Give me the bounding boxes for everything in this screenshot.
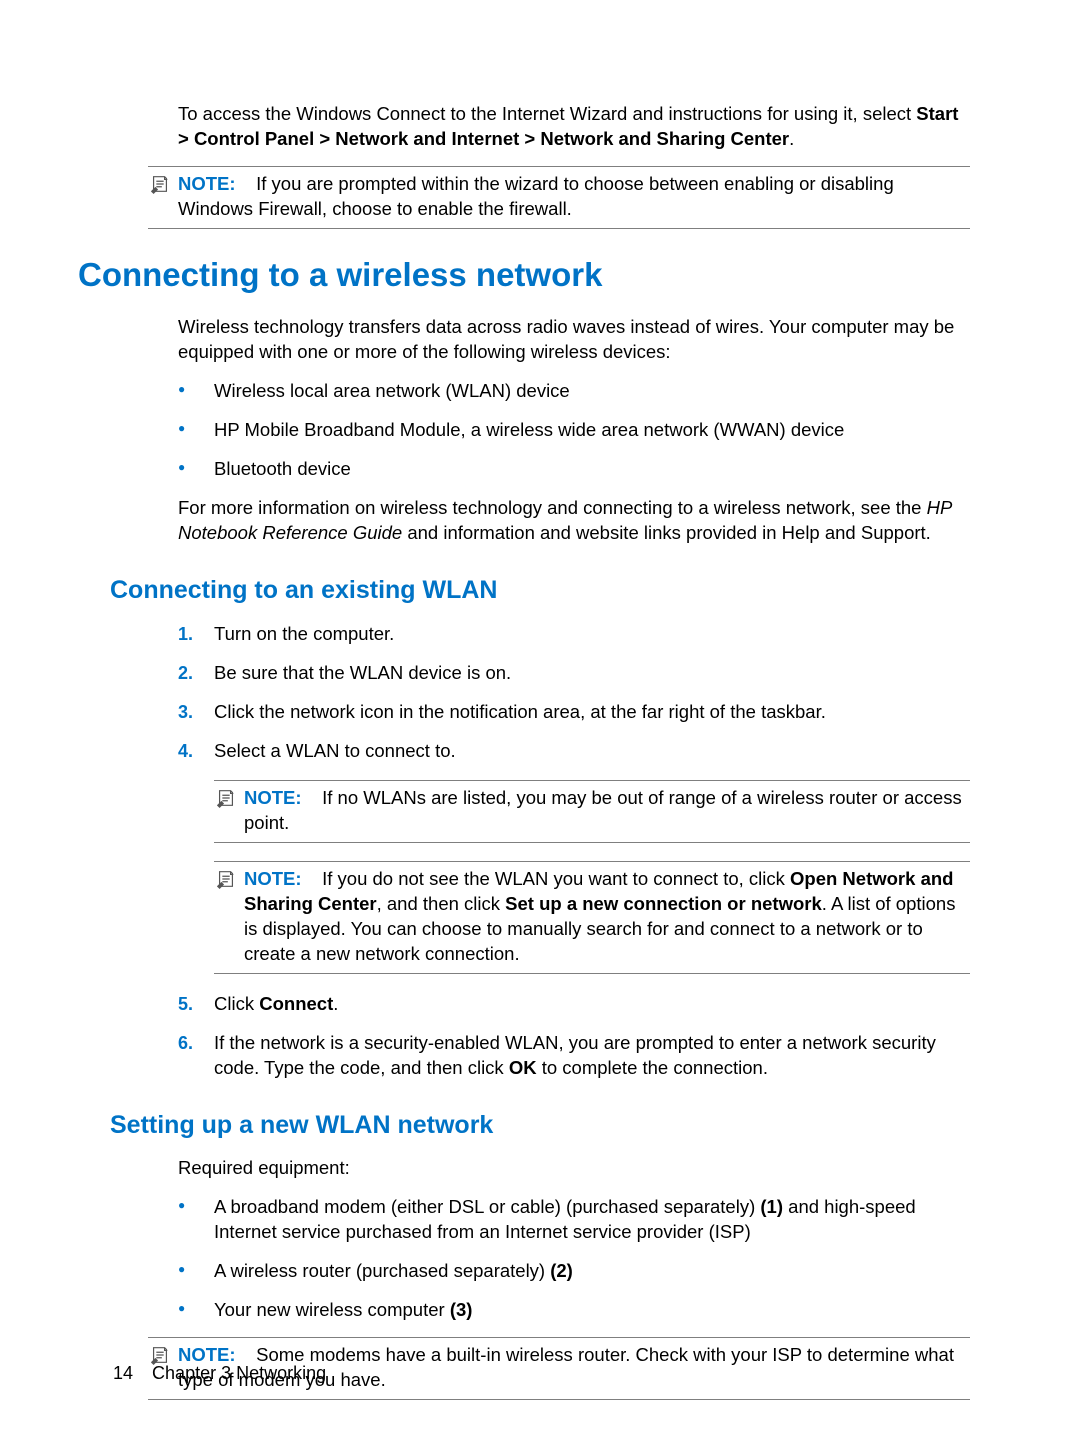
note-text: If you are prompted within the wizard to… — [178, 173, 894, 219]
text: . — [789, 128, 794, 149]
wireless-intro: Wireless technology transfers data acros… — [178, 315, 970, 365]
text: A broadband modem (either DSL or cable) … — [214, 1196, 760, 1217]
text: . — [333, 993, 338, 1014]
text: Your new wireless computer — [214, 1299, 450, 1320]
note-icon — [148, 173, 172, 195]
note-no-wlan: NOTE: If no WLANs are listed, you may be… — [214, 780, 970, 843]
page-footer: 14 Chapter 3 Networking — [113, 1361, 326, 1385]
spacer — [307, 787, 322, 808]
page-number: 14 — [113, 1363, 133, 1383]
step-item: Be sure that the WLAN device is on. — [178, 661, 970, 686]
note-label: NOTE: — [178, 173, 236, 194]
note-text — [241, 173, 256, 194]
step-item: Click Connect. — [178, 992, 970, 1017]
intro-path-paragraph: To access the Windows Connect to the Int… — [178, 102, 970, 152]
step-item: If the network is a security-enabled WLA… — [178, 1031, 970, 1081]
text: For more information on wireless technol… — [178, 497, 927, 518]
note-open-sharing-center: NOTE: If you do not see the WLAN you wan… — [214, 861, 970, 974]
step-item: Turn on the computer. — [178, 622, 970, 647]
wlan-steps: Turn on the computer. Be sure that the W… — [178, 622, 970, 1081]
step-item: Select a WLAN to connect to. NOTE: If no… — [178, 739, 970, 974]
text: and information and website links provid… — [402, 522, 931, 543]
bold-text: Set up a new connection or network — [505, 893, 822, 914]
note-icon — [214, 868, 238, 890]
list-item: Bluetooth device — [178, 457, 970, 482]
text: To access the Windows Connect to the Int… — [178, 103, 916, 124]
callout-number: (1) — [760, 1196, 783, 1217]
document-page: To access the Windows Connect to the Int… — [0, 0, 1080, 1437]
more-info-paragraph: For more information on wireless technol… — [178, 496, 970, 546]
step-item: Click the network icon in the notificati… — [178, 700, 970, 725]
text: to complete the connection. — [537, 1057, 768, 1078]
heading-existing-wlan: Connecting to an existing WLAN — [110, 574, 970, 608]
list-item: Your new wireless computer (3) — [178, 1298, 970, 1323]
ok-button-label: OK — [509, 1057, 537, 1078]
text: Click — [214, 993, 259, 1014]
heading-connecting-wireless: Connecting to a wireless network — [78, 253, 970, 298]
note-body: NOTE: If you are prompted within the wiz… — [148, 172, 970, 222]
note-text: , and then click — [377, 893, 506, 914]
device-list: Wireless local area network (WLAN) devic… — [178, 379, 970, 482]
note-text: If no WLANs are listed, you may be out o… — [244, 787, 962, 833]
list-item: Wireless local area network (WLAN) devic… — [178, 379, 970, 404]
list-item: A broadband modem (either DSL or cable) … — [178, 1195, 970, 1245]
callout-number: (2) — [550, 1260, 573, 1281]
chapter-label: Chapter 3 Networking — [152, 1363, 326, 1383]
note-text: If you do not see the WLAN you want to c… — [322, 868, 790, 889]
body-content: To access the Windows Connect to the Int… — [178, 102, 970, 1400]
equipment-list: A broadband modem (either DSL or cable) … — [178, 1195, 970, 1323]
note-icon — [214, 787, 238, 809]
note-body: NOTE: If no WLANs are listed, you may be… — [214, 786, 970, 836]
step-text: Select a WLAN to connect to. — [214, 740, 456, 761]
note-label: NOTE: — [244, 787, 302, 808]
note-firewall: NOTE: If you are prompted within the wiz… — [148, 166, 970, 229]
callout-number: (3) — [450, 1299, 473, 1320]
note-body: NOTE: If you do not see the WLAN you wan… — [214, 867, 970, 967]
required-equipment: Required equipment: — [178, 1156, 970, 1181]
text: A wireless router (purchased separately) — [214, 1260, 550, 1281]
list-item: HP Mobile Broadband Module, a wireless w… — [178, 418, 970, 443]
spacer — [307, 868, 322, 889]
note-label: NOTE: — [244, 868, 302, 889]
heading-new-wlan: Setting up a new WLAN network — [110, 1109, 970, 1143]
list-item: A wireless router (purchased separately)… — [178, 1259, 970, 1284]
connect-button-label: Connect — [259, 993, 333, 1014]
